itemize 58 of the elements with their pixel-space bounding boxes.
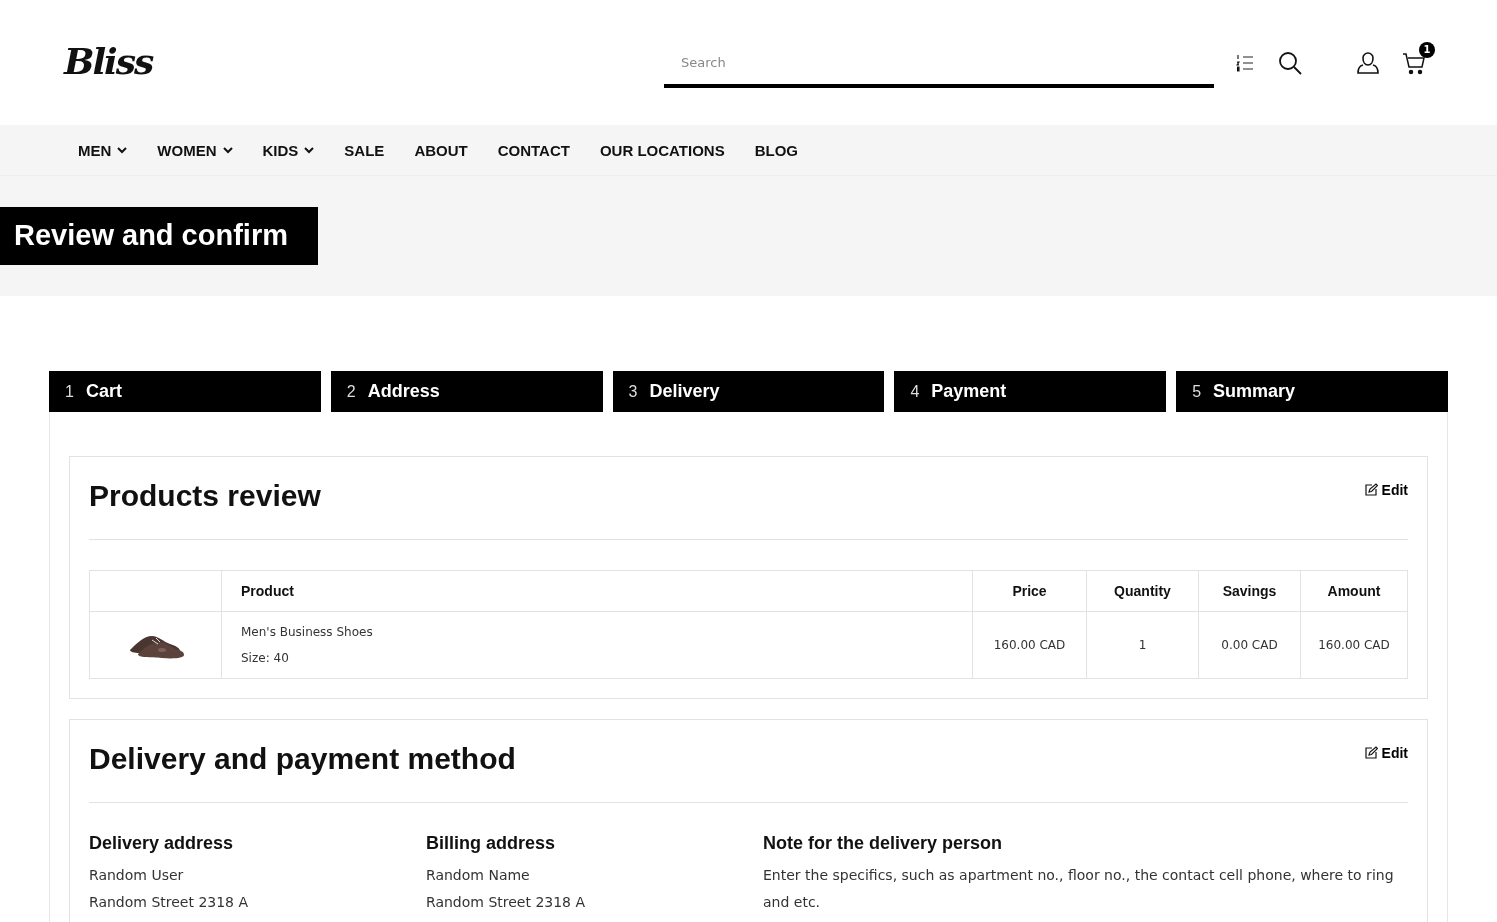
page-title: Review and confirm bbox=[0, 207, 318, 265]
block-text: Random Name bbox=[426, 866, 531, 885]
edit-icon bbox=[1363, 746, 1378, 760]
step-label: Cart bbox=[85, 381, 122, 402]
table-cell: 160.00 CAD bbox=[972, 611, 1087, 679]
step-number: 1 bbox=[65, 382, 74, 401]
nav-item[interactable]: WOMEN bbox=[157, 141, 233, 159]
column-header: Savings bbox=[1198, 570, 1301, 612]
step-number: 2 bbox=[346, 382, 356, 401]
checkout-step[interactable]: 5 Summary bbox=[1176, 371, 1448, 412]
step-label: Address bbox=[367, 381, 440, 402]
nav-item[interactable]: BLOG bbox=[754, 141, 798, 159]
section-title: Delivery and payment method bbox=[89, 742, 516, 776]
chevron-down-icon bbox=[117, 146, 128, 154]
table-cell: 0.00 CAD bbox=[1198, 611, 1301, 679]
step-label: Payment bbox=[931, 381, 1007, 402]
product-size: Size: 40 bbox=[241, 651, 289, 665]
section-title: Products review bbox=[89, 479, 321, 513]
nav-item[interactable]: CONTACT bbox=[497, 141, 570, 159]
checkout-step[interactable]: 3 Delivery bbox=[612, 371, 885, 412]
logo[interactable]: Bliss bbox=[64, 39, 664, 82]
column-header: Product bbox=[221, 570, 973, 612]
block-title: Note for the delivery person bbox=[763, 833, 1004, 854]
step-number: 4 bbox=[910, 382, 920, 401]
nav-item[interactable]: ABOUT bbox=[414, 141, 468, 159]
table-cell: 160.00 CAD bbox=[1300, 611, 1408, 679]
column-header: Quantity bbox=[1086, 570, 1199, 612]
cart-icon[interactable] bbox=[1402, 50, 1426, 75]
nav-item[interactable]: OUR LOCATIONS bbox=[599, 141, 725, 159]
block-title: Billing address bbox=[426, 833, 557, 854]
step-number: 3 bbox=[628, 382, 638, 401]
nav-item[interactable]: MEN bbox=[78, 141, 128, 159]
checkout-step[interactable]: 2 Address bbox=[330, 371, 603, 412]
user-icon[interactable] bbox=[1356, 50, 1380, 75]
chevron-down-icon bbox=[304, 146, 315, 154]
search-icon[interactable] bbox=[1278, 50, 1302, 75]
block-title: Delivery address bbox=[89, 833, 235, 854]
cart-count-badge: 1 bbox=[1419, 41, 1435, 58]
step-number: 5 bbox=[1192, 382, 1202, 401]
column-header: Amount bbox=[1300, 570, 1408, 612]
edit-button[interactable]: Edit bbox=[1363, 745, 1408, 761]
block-text: Random Street 2318 A bbox=[89, 893, 250, 912]
block-text: Enter the specifics, such as apartment no., floor no., the contact cell phone, where to ring and etc. bbox=[763, 866, 1395, 912]
product-name: Men's Business Shoes bbox=[241, 625, 374, 639]
step-label: Delivery bbox=[649, 381, 720, 402]
block-text: Random Street 2318 A bbox=[426, 893, 587, 912]
numbered-list-icon[interactable] bbox=[1236, 53, 1254, 72]
edit-icon bbox=[1363, 483, 1378, 497]
checkout-step[interactable]: 4 Payment bbox=[894, 371, 1167, 412]
chevron-down-icon bbox=[222, 146, 233, 154]
checkout-step[interactable]: 1 Cart bbox=[49, 371, 321, 412]
column-header: Price bbox=[972, 570, 1087, 612]
block-text: Random User bbox=[89, 866, 185, 885]
nav-item[interactable]: KIDS bbox=[262, 141, 315, 159]
table-cell: 1 bbox=[1086, 611, 1199, 679]
edit-button[interactable]: Edit bbox=[1363, 482, 1408, 498]
nav-item[interactable]: SALE bbox=[344, 141, 385, 159]
step-label: Summary bbox=[1213, 381, 1296, 402]
